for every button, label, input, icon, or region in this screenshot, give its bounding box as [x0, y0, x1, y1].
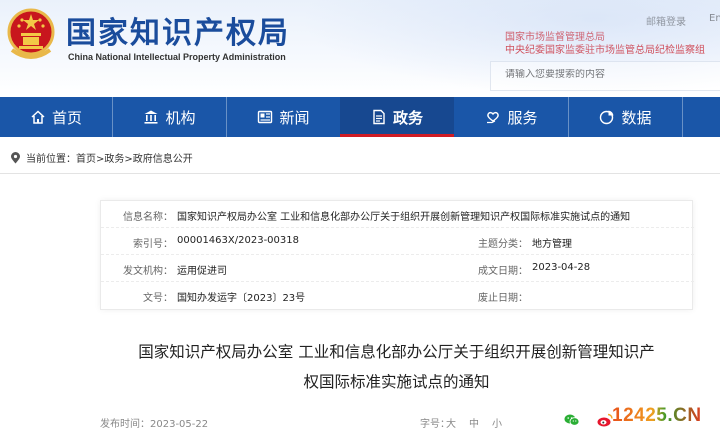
- font-size-large-button[interactable]: 大: [446, 415, 456, 430]
- heart-hand-icon: [487, 111, 500, 124]
- info-label: 文号：: [143, 293, 173, 304]
- info-row: 发文机构： 运用促进司 成文日期： 2023-04-28: [101, 255, 694, 282]
- breadcrumb-path[interactable]: 首页>政务>政府信息公开: [76, 150, 193, 165]
- newspaper-icon: [258, 110, 273, 124]
- english-version-link[interactable]: En: [709, 13, 720, 24]
- article-title: 国家知识产权局办公室 工业和信息化部办公厅关于组织开展创新管理知识产 权国际标准…: [100, 337, 693, 397]
- document-info-table: 信息名称： 国家知识产权局办公室 工业和信息化部办公厅关于组织开展创新管理知识产…: [100, 200, 694, 310]
- nav-item-label: 新闻: [279, 108, 310, 127]
- wechat-share-icon[interactable]: [563, 411, 581, 429]
- info-label: 信息名称：: [123, 212, 173, 223]
- info-name-value: 国家知识产权局办公室 工业和信息化部办公厅关于组织开展创新管理知识产权国际标准实…: [177, 212, 631, 223]
- info-label: 发文机构：: [123, 266, 173, 277]
- site-subtitle: China National Intellectual Property Adm…: [68, 52, 286, 62]
- location-pin-icon: [11, 151, 20, 163]
- main-nav: 首页 机构 新闻 政务 服务 数据: [0, 97, 720, 137]
- nav-item-government-affairs[interactable]: 政务: [340, 97, 454, 137]
- font-size-small-button[interactable]: 小: [492, 415, 502, 430]
- info-label: 成文日期：: [478, 266, 528, 277]
- publish-label: 发布时间：: [100, 419, 150, 430]
- font-size-medium-button[interactable]: 中: [469, 415, 479, 430]
- info-issuer-value: 运用促进司: [177, 266, 227, 277]
- nav-item-label: 数据: [621, 108, 652, 127]
- search-input[interactable]: [505, 69, 705, 80]
- discipline-inspection-link[interactable]: 中央纪委国家监委驻市场监管总局纪检监察组: [505, 41, 705, 56]
- samr-link[interactable]: 国家市场监督管理总局: [505, 28, 605, 43]
- nav-item-label: 机构: [165, 108, 196, 127]
- nav-item-data[interactable]: 数据: [569, 97, 682, 137]
- watermark-logo: 12425.CN: [612, 405, 702, 427]
- nav-divider: [682, 97, 683, 137]
- publish-info: 发布时间：2023-05-22: [100, 415, 208, 430]
- nav-item-label: 政务: [392, 108, 423, 127]
- page: 国家知识产权局 China National Intellectual Prop…: [0, 0, 720, 438]
- info-docno-value: 国知办发运字〔2023〕23号: [177, 293, 306, 304]
- site-header: 国家知识产权局 China National Intellectual Prop…: [0, 0, 720, 96]
- site-title[interactable]: 国家知识产权局: [66, 8, 290, 52]
- divider: [0, 173, 720, 174]
- info-row: 索引号： 00001463X/2023-00318 主题分类： 地方管理: [101, 228, 694, 255]
- breadcrumb-prefix: 当前位置：: [26, 154, 76, 165]
- publish-date: 2023-05-22: [150, 419, 209, 430]
- nav-item-news[interactable]: 新闻: [227, 97, 340, 137]
- article-title-line: 国家知识产权局办公室 工业和信息化部办公厅关于组织开展创新管理知识产: [138, 343, 655, 361]
- watermark-text: 12425.CN: [612, 405, 702, 426]
- info-row: 文号： 国知办发运字〔2023〕23号 废止日期：: [101, 282, 694, 309]
- email-login-link[interactable]: 邮箱登录: [646, 13, 686, 28]
- info-label: 主题分类：: [478, 239, 528, 250]
- nav-item-services[interactable]: 服务: [455, 97, 568, 137]
- document-icon: [373, 109, 385, 125]
- info-row: 信息名称： 国家知识产权局办公室 工业和信息化部办公厅关于组织开展创新管理知识产…: [101, 201, 694, 228]
- breadcrumb: 当前位置： 首页>政务>政府信息公开: [10, 150, 193, 165]
- national-emblem-icon: [7, 8, 55, 59]
- info-label: 废止日期：: [478, 293, 528, 304]
- home-icon: [31, 110, 45, 124]
- search-box: [490, 61, 720, 91]
- building-icon: [144, 110, 158, 124]
- info-category-value: 地方管理: [532, 239, 572, 250]
- info-label: 索引号：: [133, 239, 173, 250]
- nav-item-label: 服务: [507, 108, 538, 127]
- nav-item-label: 首页: [51, 108, 82, 127]
- article-title-line: 权国际标准实施试点的通知: [303, 373, 490, 391]
- pie-chart-icon: [600, 110, 614, 125]
- info-index-value: 00001463X/2023-00318: [177, 235, 299, 246]
- nav-item-institutions[interactable]: 机构: [113, 97, 226, 137]
- nav-item-home[interactable]: 首页: [0, 97, 112, 137]
- info-date-value: 2023-04-28: [532, 262, 591, 273]
